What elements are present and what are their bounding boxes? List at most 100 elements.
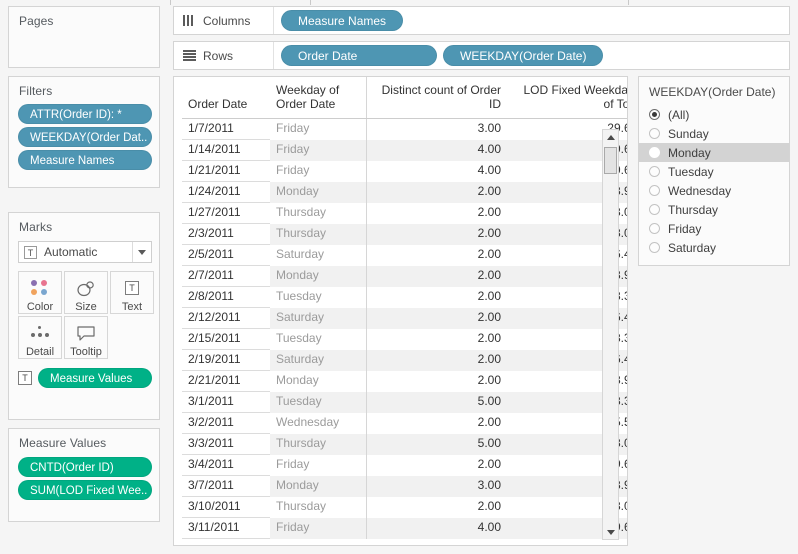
table-row[interactable]: 1/27/2011Thursday2.0028.01%: [182, 202, 627, 224]
table-row[interactable]: 2/19/2011Saturday2.0016.40%: [182, 349, 627, 371]
columns-pill-measure-names[interactable]: Measure Names: [281, 10, 404, 31]
col-header-order-date[interactable]: Order Date: [182, 77, 270, 119]
table-row[interactable]: 3/3/2011Thursday5.0028.01%: [182, 433, 627, 455]
table-row[interactable]: 3/10/2011Thursday2.0028.01%: [182, 496, 627, 518]
col-header-weekday[interactable]: Weekday of Order Date: [270, 77, 367, 119]
table-row[interactable]: 2/8/2011Tuesday2.0028.37%: [182, 286, 627, 308]
cell-order-date: 3/2/2011: [182, 412, 270, 434]
table-row[interactable]: 2/21/2011Monday2.0028.90%: [182, 370, 627, 392]
cell-weekday: Thursday: [270, 496, 367, 518]
rows-shelf-pills: Order Date WEEKDAY(Order Date): [274, 45, 604, 66]
scrollbar-thumb[interactable]: [604, 147, 617, 174]
cell-weekday: Monday: [270, 370, 367, 392]
table-row[interactable]: 1/21/2011Friday4.0029.65%: [182, 160, 627, 182]
table-row[interactable]: 1/24/2011Monday2.0028.90%: [182, 181, 627, 203]
table-row[interactable]: 2/15/2011Tuesday2.0028.37%: [182, 328, 627, 350]
marks-card[interactable]: Marks T Automatic Color Size T Text Deta…: [8, 212, 160, 420]
text-glyph-icon: T: [18, 371, 32, 385]
weekday-filter-list: (All) Sunday Monday Tuesday Wednesday Thursda…: [639, 105, 789, 257]
radio-button-icon[interactable]: [649, 223, 660, 234]
radio-button-icon[interactable]: [649, 185, 660, 196]
table-row[interactable]: 2/5/2011Saturday2.0016.40%: [182, 244, 627, 266]
filter-pill-measure-names[interactable]: Measure Names: [18, 150, 152, 170]
radio-button-icon[interactable]: [649, 128, 660, 139]
columns-shelf-label-box: Columns: [174, 7, 274, 34]
table-row[interactable]: 1/14/2011Friday4.0029.65%: [182, 139, 627, 161]
cell-distinct-count: 2.00: [366, 496, 507, 518]
table-row[interactable]: 3/2/2011Wednesday2.0025.54%: [182, 412, 627, 434]
table-row[interactable]: 2/3/2011Thursday2.0028.01%: [182, 223, 627, 245]
cell-order-date: 2/7/2011: [182, 265, 270, 287]
cell-weekday: Monday: [270, 475, 367, 497]
pages-card[interactable]: Pages: [8, 6, 160, 68]
table-row[interactable]: 3/1/2011Tuesday5.0028.37%: [182, 391, 627, 413]
table-row[interactable]: 1/7/2011Friday3.0029.65%: [182, 118, 627, 140]
cell-order-date: 3/7/2011: [182, 475, 270, 497]
measure-pill-cntd-order-id[interactable]: CNTD(Order ID): [18, 457, 152, 477]
cell-distinct-count: 5.00: [366, 391, 507, 413]
rows-pill-weekday-order-date[interactable]: WEEKDAY(Order Date): [443, 45, 604, 66]
marks-size-button[interactable]: Size: [64, 271, 108, 314]
text-glyph-icon: T: [24, 245, 37, 259]
marks-text-button[interactable]: T Text: [110, 271, 154, 314]
color-dots-icon: [30, 278, 50, 298]
col-header-distinct-count[interactable]: Distinct count of Order ID: [366, 77, 507, 119]
measure-values-card[interactable]: Measure Values CNTD(Order ID) SUM(LOD Fi…: [8, 428, 160, 522]
radio-button-icon[interactable]: [649, 204, 660, 215]
marks-detail-button[interactable]: Detail: [18, 316, 62, 359]
radio-button-icon[interactable]: [649, 147, 660, 158]
weekday-filter-item[interactable]: Saturday: [639, 238, 789, 257]
cell-distinct-count: 2.00: [366, 223, 507, 245]
radio-button-icon[interactable]: [649, 242, 660, 253]
weekday-filter-item[interactable]: Thursday: [639, 200, 789, 219]
marks-tooltip-button[interactable]: Tooltip: [64, 316, 108, 359]
col-header-lod-pct[interactable]: LOD Fixed Weekday % of Totals: [507, 77, 627, 119]
marks-color-button[interactable]: Color: [18, 271, 62, 314]
cell-distinct-count: 4.00: [366, 517, 507, 539]
table-row[interactable]: 3/7/2011Monday3.0028.90%: [182, 475, 627, 497]
cell-distinct-count: 2.00: [366, 181, 507, 203]
weekday-filter-item[interactable]: Friday: [639, 219, 789, 238]
cell-order-date: 3/11/2011: [182, 517, 270, 539]
scroll-up-arrow[interactable]: [603, 130, 618, 144]
marks-measure-values-pill[interactable]: Measure Values: [38, 368, 152, 388]
weekday-filter-item[interactable]: Tuesday: [639, 162, 789, 181]
radio-button-icon[interactable]: [649, 109, 660, 120]
weekday-filter-card[interactable]: WEEKDAY(Order Date) (All) Sunday Monday Tue…: [638, 76, 790, 266]
cell-order-date: 2/12/2011: [182, 307, 270, 329]
mark-type-dropdown[interactable]: T Automatic: [18, 241, 152, 263]
cell-weekday: Tuesday: [270, 391, 367, 413]
filters-card[interactable]: Filters ATTR(Order ID): * WEEKDAY(Order …: [8, 76, 160, 188]
left-panel: Pages Filters ATTR(Order ID): * WEEKDAY(…: [0, 0, 165, 554]
cell-order-date: 1/27/2011: [182, 202, 270, 224]
table-row[interactable]: 2/12/2011Saturday2.0016.40%: [182, 307, 627, 329]
table-row[interactable]: 2/7/2011Monday2.0028.90%: [182, 265, 627, 287]
weekday-filter-item[interactable]: (All): [639, 105, 789, 124]
cell-weekday: Friday: [270, 139, 367, 161]
cell-distinct-count: 4.00: [366, 160, 507, 182]
cell-distinct-count: 2.00: [366, 265, 507, 287]
crosstab-body: 1/7/2011Friday3.0029.65%1/14/2011Friday4…: [182, 118, 627, 539]
filter-pill-attr-order-id[interactable]: ATTR(Order ID): *: [18, 104, 152, 124]
marks-size-label: Size: [75, 301, 97, 313]
weekday-filter-item-label: Wednesday: [668, 183, 732, 198]
weekday-filter-item[interactable]: Sunday: [639, 124, 789, 143]
marks-tooltip-label: Tooltip: [70, 346, 102, 358]
cell-weekday: Friday: [270, 160, 367, 182]
measure-pill-sum-lod-fixed[interactable]: SUM(LOD Fixed Wee..: [18, 480, 152, 500]
chevron-down-icon[interactable]: [132, 242, 151, 262]
vertical-scrollbar[interactable]: [602, 129, 619, 540]
weekday-filter-item[interactable]: Wednesday: [639, 181, 789, 200]
cell-weekday: Friday: [270, 517, 367, 539]
table-row[interactable]: 3/11/2011Friday4.0029.65%: [182, 517, 627, 539]
cell-weekday: Thursday: [270, 223, 367, 245]
columns-shelf[interactable]: Columns Measure Names: [173, 6, 790, 35]
cell-distinct-count: 3.00: [366, 475, 507, 497]
rows-shelf[interactable]: Rows Order Date WEEKDAY(Order Date): [173, 41, 790, 70]
table-row[interactable]: 3/4/2011Friday2.0029.65%: [182, 454, 627, 476]
rows-pill-order-date[interactable]: Order Date: [281, 45, 437, 66]
weekday-filter-item[interactable]: Monday: [639, 143, 789, 162]
filter-pill-weekday-order-date[interactable]: WEEKDAY(Order Dat..: [18, 127, 152, 147]
scroll-down-arrow[interactable]: [603, 525, 618, 539]
radio-button-icon[interactable]: [649, 166, 660, 177]
